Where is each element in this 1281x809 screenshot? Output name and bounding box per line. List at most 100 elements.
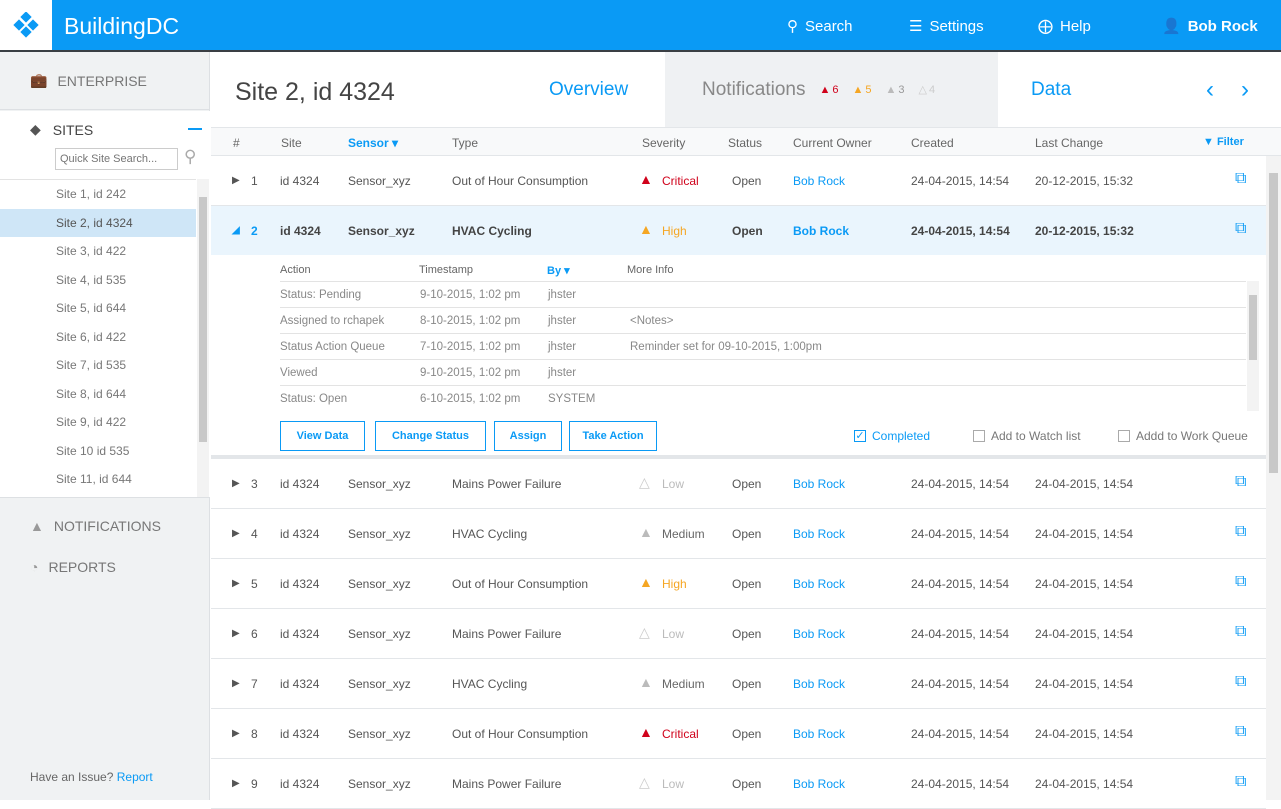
sidebar-site-item[interactable]: Site 2, id 4324	[0, 208, 196, 237]
copy-icon[interactable]: ⧉	[1235, 573, 1246, 591]
expand-caret-icon[interactable]: ▶	[232, 175, 240, 186]
site-search-input[interactable]	[55, 148, 178, 170]
collapse-caret-icon[interactable]: ◢	[232, 225, 240, 236]
col-owner[interactable]: Current Owner	[793, 136, 872, 150]
expand-caret-icon[interactable]: ▶	[232, 478, 240, 489]
next-arrow-icon[interactable]: ›	[1241, 52, 1249, 127]
user-menu[interactable]: 👤 Bob Rock	[1162, 17, 1258, 36]
sidebar-site-item[interactable]: Site 10 id 535	[0, 437, 196, 466]
copy-icon[interactable]: ⧉	[1235, 473, 1246, 491]
watch-list-checkbox[interactable]: Add to Watch list	[973, 429, 1081, 443]
search-icon[interactable]: ⚲	[184, 147, 196, 167]
collapse-button[interactable]	[188, 128, 202, 130]
tab-notifications[interactable]: Notifications ▲ 6 ▲ 5 ▲ 3 △ 4	[665, 52, 998, 127]
table-row[interactable]: ▶ 8 id 4324 Sensor_xyz Out of Hour Consu…	[211, 709, 1266, 759]
detail-col-timestamp: Timestamp	[419, 264, 473, 276]
copy-icon[interactable]: ⧉	[1235, 523, 1246, 541]
detail-scrollbar[interactable]	[1247, 281, 1259, 411]
copy-icon[interactable]: ⧉	[1235, 220, 1246, 238]
change-status-button[interactable]: Change Status	[375, 421, 486, 451]
row-owner-link[interactable]: Bob Rock	[793, 727, 845, 741]
sensor-label: Sensor	[348, 136, 389, 150]
row-owner-link[interactable]: Bob Rock	[793, 577, 845, 591]
sidebar-item-sites[interactable]: ◆ SITES	[30, 121, 93, 138]
row-owner-link[interactable]: Bob Rock	[793, 677, 845, 691]
completed-label: Completed	[872, 429, 931, 443]
filter-button[interactable]: ▼ Filter	[1203, 136, 1244, 148]
sidebar-item-reports[interactable]: ◔ REPORTS	[30, 559, 116, 575]
detail-timestamp: 9-10-2015, 1:02 pm	[420, 289, 521, 301]
expand-caret-icon[interactable]: ▶	[232, 578, 240, 589]
sidebar-site-item[interactable]: Site 11, id 644	[0, 465, 196, 494]
row-owner-link[interactable]: Bob Rock	[793, 174, 845, 188]
col-sensor[interactable]: Sensor ▾	[348, 136, 398, 150]
expand-caret-icon[interactable]: ▶	[232, 778, 240, 789]
copy-icon[interactable]: ⧉	[1235, 723, 1246, 741]
sidebar-item-notifications[interactable]: ▲ NOTIFICATIONS	[30, 518, 161, 534]
table-row[interactable]: ▶ 6 id 4324 Sensor_xyz Mains Power Failu…	[211, 609, 1266, 659]
row-created: 24-04-2015, 14:54	[911, 777, 1010, 791]
sidebar-item-enterprise[interactable]: 💼 ENTERPRISE	[0, 52, 210, 110]
take-action-button[interactable]: Take Action	[569, 421, 657, 451]
work-queue-checkbox[interactable]: Addd to Work Queue	[1118, 429, 1248, 443]
sidebar-site-item[interactable]: Site 9, id 422	[0, 408, 196, 437]
expand-caret-icon[interactable]: ▶	[232, 628, 240, 639]
detail-col-by[interactable]: By ▾	[547, 264, 570, 277]
row-owner-link[interactable]: Bob Rock	[793, 224, 849, 238]
table-row[interactable]: ▶ 1 id 4324 Sensor_xyz Out of Hour Consu…	[211, 156, 1266, 206]
completed-checkbox[interactable]: ✓ Completed	[854, 429, 930, 443]
detail-row: Assigned to rchapek 8-10-2015, 1:02 pm j…	[280, 307, 1246, 333]
assign-button[interactable]: Assign	[494, 421, 562, 451]
prev-arrow-icon[interactable]: ‹	[1206, 52, 1214, 127]
help-nav[interactable]: ⨁ Help	[1038, 17, 1091, 36]
watch-list-label: Add to Watch list	[991, 429, 1081, 443]
row-owner-link[interactable]: Bob Rock	[793, 777, 845, 791]
table-row[interactable]: ▶ 3 id 4324 Sensor_xyz Mains Power Failu…	[211, 459, 1266, 509]
severity-medium-icon: ▲	[639, 674, 653, 690]
tab-data[interactable]: Data	[1031, 52, 1071, 127]
sidebar-site-item[interactable]: Site 1, id 242	[0, 180, 196, 209]
copy-icon[interactable]: ⧉	[1235, 623, 1246, 641]
sidebar-site-item[interactable]: Site 7, id 535	[0, 351, 196, 380]
col-severity[interactable]: Severity	[642, 136, 685, 150]
row-status: Open	[732, 527, 762, 541]
col-type[interactable]: Type	[452, 136, 478, 150]
sidebar: 💼ENTERPRISE ◆SITES ⚲ Site 1, id 242Site …	[0, 52, 210, 800]
tab-overview[interactable]: Overview	[549, 52, 628, 127]
copy-icon[interactable]: ⧉	[1235, 773, 1246, 791]
row-status: Open	[732, 577, 762, 591]
expand-caret-icon[interactable]: ▶	[232, 678, 240, 689]
settings-nav[interactable]: ☰ Settings	[909, 17, 984, 36]
copy-icon[interactable]: ⧉	[1235, 673, 1246, 691]
col-site[interactable]: Site	[281, 136, 302, 150]
row-owner-link[interactable]: Bob Rock	[793, 627, 845, 641]
table-row[interactable]: ▶ 4 id 4324 Sensor_xyz HVAC Cycling ▲ Me…	[211, 509, 1266, 559]
severity-low-icon: △	[639, 774, 650, 790]
col-status[interactable]: Status	[728, 136, 762, 150]
copy-icon[interactable]: ⧉	[1235, 170, 1246, 188]
view-data-button[interactable]: View Data	[280, 421, 365, 451]
row-number: 6	[251, 627, 258, 641]
sidebar-site-item[interactable]: Site 6, id 422	[0, 323, 196, 352]
reports-label: REPORTS	[48, 559, 116, 575]
row-owner-link[interactable]: Bob Rock	[793, 527, 845, 541]
table-row[interactable]: ▶ 9 id 4324 Sensor_xyz Mains Power Failu…	[211, 759, 1266, 809]
col-last-change[interactable]: Last Change	[1035, 136, 1103, 150]
lifebuoy-icon: ⨁	[1038, 18, 1053, 35]
table-row[interactable]: ▶ 7 id 4324 Sensor_xyz HVAC Cycling ▲ Me…	[211, 659, 1266, 709]
sidebar-site-item[interactable]: Site 4, id 535	[0, 266, 196, 295]
expand-caret-icon[interactable]: ▶	[232, 728, 240, 739]
table-row[interactable]: ▶ 5 id 4324 Sensor_xyz Out of Hour Consu…	[211, 559, 1266, 609]
search-nav[interactable]: ⚲ Search	[787, 17, 853, 36]
sidebar-site-item[interactable]: Site 5, id 644	[0, 294, 196, 323]
logo-icon[interactable]	[0, 0, 52, 50]
report-link[interactable]: Report	[117, 770, 153, 784]
sidebar-site-item[interactable]: Site 8, id 644	[0, 380, 196, 409]
site-list-scrollbar[interactable]	[197, 179, 209, 497]
expand-caret-icon[interactable]: ▶	[232, 528, 240, 539]
table-scrollbar[interactable]	[1266, 156, 1281, 800]
row-owner-link[interactable]: Bob Rock	[793, 477, 845, 491]
col-created[interactable]: Created	[911, 136, 954, 150]
sidebar-site-item[interactable]: Site 3, id 422	[0, 237, 196, 266]
table-row[interactable]: ◢ 2 id 4324 Sensor_xyz HVAC Cycling ▲ Hi…	[211, 206, 1266, 255]
